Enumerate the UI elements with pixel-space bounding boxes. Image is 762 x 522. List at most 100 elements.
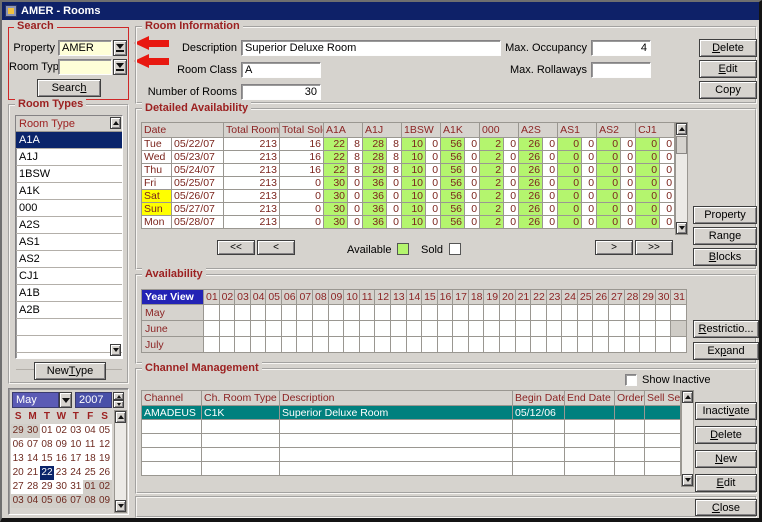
availability-day-cell[interactable] [204,337,220,353]
availability-day-cell[interactable] [250,337,266,353]
room-type-field[interactable] [58,59,112,75]
availability-day-cell[interactable] [577,305,593,321]
availability-day-cell[interactable] [546,305,562,321]
restrictions-button[interactable]: Restrictio... [693,320,759,338]
new-channel-button[interactable]: New [695,450,757,468]
calendar-month-dropdown-button[interactable] [59,392,72,408]
availability-day-cell[interactable] [250,305,266,321]
availability-day-cell[interactable] [531,321,547,337]
room-type-item[interactable]: AS1 [16,234,122,251]
delete-room-button[interactable]: Delete [699,39,757,57]
availability-day-cell[interactable] [593,305,609,321]
room-type-dropdown-button[interactable] [113,59,127,75]
availability-day-cell[interactable] [297,305,313,321]
availability-day-cell[interactable] [609,321,625,337]
page-prev-button[interactable]: < [257,240,295,255]
availability-day-cell[interactable] [281,321,297,337]
year-view-header[interactable]: Year View [142,290,204,305]
calendar-day[interactable]: 10 [69,438,83,452]
availability-day-cell[interactable] [219,337,235,353]
availability-day-cell[interactable] [484,337,500,353]
availability-day-cell[interactable] [390,337,406,353]
detailed-availability-row[interactable]: Fri05/25/07213030036010056020260000000 [142,177,675,190]
calendar-scroll-down-button[interactable] [115,500,126,512]
detailed-availability-row[interactable]: Tue05/22/072131622828810056020260000000 [142,138,675,151]
availability-day-cell[interactable] [515,337,531,353]
room-type-item[interactable]: 1BSW [16,166,122,183]
calendar-day[interactable]: 19 [97,452,111,466]
detailed-availability-row[interactable]: Mon05/28/07213030036010056020260000000 [142,216,675,229]
calendar-year-field[interactable]: 2007 [75,392,112,408]
calendar-month-select[interactable]: May [12,392,59,408]
availability-day-cell[interactable] [484,321,500,337]
expand-button[interactable]: Expand [693,342,759,360]
room-class-field[interactable]: A [241,62,321,78]
availability-day-cell[interactable] [468,305,484,321]
calendar-day[interactable]: 30 [54,480,68,494]
calendar-day[interactable]: 28 [25,480,39,494]
availability-day-cell[interactable] [531,305,547,321]
calendar-day[interactable]: 06 [11,438,25,452]
property-button[interactable]: Property [693,206,757,224]
calendar-day[interactable]: 30 [25,424,39,438]
page-next-button[interactable]: > [595,240,633,255]
availability-day-cell[interactable] [266,337,282,353]
calendar-day[interactable]: 02 [97,480,111,494]
property-dropdown-button[interactable] [113,40,127,56]
calendar-day[interactable]: 29 [40,480,54,494]
page-last-button[interactable]: >> [635,240,673,255]
page-first-button[interactable]: << [217,240,255,255]
scroll-down-button[interactable] [676,222,687,234]
calendar-day[interactable]: 16 [54,452,68,466]
availability-day-cell[interactable] [406,337,422,353]
availability-day-cell[interactable] [484,305,500,321]
availability-day-cell[interactable] [640,305,656,321]
calendar-day[interactable]: 08 [83,494,97,508]
detailed-availability-row[interactable]: Sun05/27/07213030036010056020260000000 [142,203,675,216]
channel-scrollbar[interactable] [681,390,694,487]
availability-day-cell[interactable] [655,305,671,321]
availability-day-cell[interactable] [359,305,375,321]
availability-day-cell[interactable] [235,305,251,321]
availability-day-cell[interactable] [624,305,640,321]
calendar-day[interactable]: 07 [25,438,39,452]
calendar-day[interactable]: 14 [25,452,39,466]
room-type-item[interactable]: CJ1 [16,268,122,285]
availability-day-cell[interactable] [344,337,360,353]
new-type-button[interactable]: New Type [34,362,106,380]
availability-day-cell[interactable] [204,305,220,321]
availability-day-cell[interactable] [546,321,562,337]
room-type-item[interactable]: A2B [16,302,122,319]
inactivate-button[interactable]: Inactivate [695,402,757,420]
availability-day-cell[interactable] [359,321,375,337]
availability-day-cell[interactable] [281,305,297,321]
detailed-availability-row[interactable]: Wed05/23/072131622828810056020260000000 [142,151,675,164]
availability-day-cell[interactable] [313,305,329,321]
availability-day-cell[interactable] [313,321,329,337]
calendar-day[interactable]: 31 [69,480,83,494]
availability-day-cell[interactable] [422,305,438,321]
availability-day-cell[interactable] [297,321,313,337]
max-occupancy-field[interactable]: 4 [591,40,651,56]
availability-day-cell[interactable] [499,337,515,353]
availability-day-cell[interactable] [328,321,344,337]
scroll-down-button[interactable] [682,474,693,486]
availability-day-cell[interactable] [359,337,375,353]
availability-day-cell[interactable] [640,321,656,337]
availability-day-cell[interactable] [406,321,422,337]
availability-day-cell[interactable] [250,321,266,337]
availability-day-cell[interactable] [453,305,469,321]
calendar-day[interactable]: 01 [40,424,54,438]
availability-day-cell[interactable] [546,337,562,353]
number-of-rooms-field[interactable]: 30 [241,84,321,100]
blocks-button[interactable]: Blocks [693,248,757,266]
availability-day-cell[interactable] [593,337,609,353]
scroll-up-button[interactable] [676,123,687,135]
calendar-day[interactable]: 04 [25,494,39,508]
room-type-item[interactable]: A1B [16,285,122,302]
availability-day-cell[interactable] [328,337,344,353]
availability-day-cell[interactable] [453,337,469,353]
availability-day-cell[interactable] [515,321,531,337]
scroll-thumb[interactable] [676,136,687,154]
availability-day-cell[interactable] [297,337,313,353]
